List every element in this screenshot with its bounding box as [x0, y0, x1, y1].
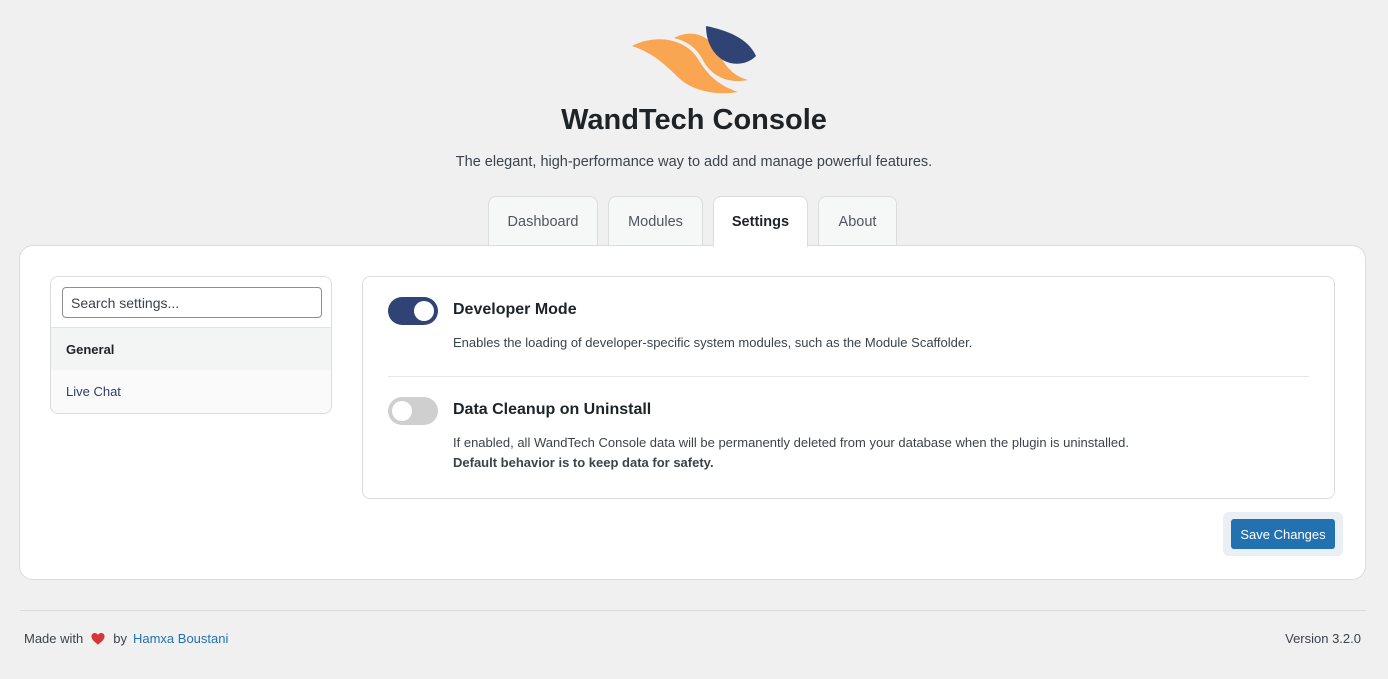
tab-modules[interactable]: Modules — [608, 196, 703, 246]
setting-description-text: If enabled, all WandTech Console data wi… — [453, 435, 1129, 450]
sidebar-item-live-chat[interactable]: Live Chat — [51, 370, 331, 412]
setting-description-text: Enables the loading of developer-specifi… — [453, 335, 973, 350]
footer-divider — [20, 610, 1366, 611]
setting-data-cleanup: Data Cleanup on Uninstall If enabled, al… — [388, 397, 1309, 477]
search-container — [51, 277, 331, 328]
made-with-text: Made with — [24, 631, 84, 646]
author-link[interactable]: Hamxa Boustani — [133, 631, 228, 646]
heart-icon — [91, 632, 105, 645]
toggle-knob — [414, 301, 434, 321]
setting-description: Enables the loading of developer-specifi… — [453, 333, 972, 353]
search-input[interactable] — [62, 287, 322, 318]
settings-panel: Developer Mode Enables the loading of de… — [362, 276, 1335, 499]
settings-card: General Live Chat Developer Mode Enables… — [19, 245, 1366, 580]
settings-sidebar: General Live Chat — [50, 276, 332, 414]
tab-bar: Dashboard Modules Settings About — [0, 196, 1388, 247]
setting-note: Default behavior is to keep data for saf… — [453, 455, 714, 470]
by-text: by — [113, 631, 127, 646]
setting-description: If enabled, all WandTech Console data wi… — [453, 433, 1129, 473]
tab-about[interactable]: About — [818, 196, 897, 246]
app-title: WandTech Console — [561, 104, 827, 136]
version-label: Version 3.2.0 — [1285, 631, 1361, 646]
tab-dashboard[interactable]: Dashboard — [488, 196, 598, 246]
app-subtitle: The elegant, high-performance way to add… — [455, 154, 933, 170]
sidebar-item-general[interactable]: General — [51, 328, 331, 370]
developer-mode-toggle[interactable] — [388, 297, 438, 325]
save-button-container: Save Changes — [1223, 512, 1343, 556]
data-cleanup-toggle[interactable] — [388, 397, 438, 425]
setting-title: Data Cleanup on Uninstall — [453, 401, 652, 418]
save-button[interactable]: Save Changes — [1231, 519, 1335, 549]
wandtech-logo — [632, 26, 756, 94]
tab-settings[interactable]: Settings — [713, 196, 808, 247]
footer-credits: Made with by Hamxa Boustani — [24, 631, 228, 646]
toggle-knob — [392, 401, 412, 421]
setting-developer-mode: Developer Mode Enables the loading of de… — [388, 297, 1309, 377]
setting-title: Developer Mode — [453, 301, 577, 318]
